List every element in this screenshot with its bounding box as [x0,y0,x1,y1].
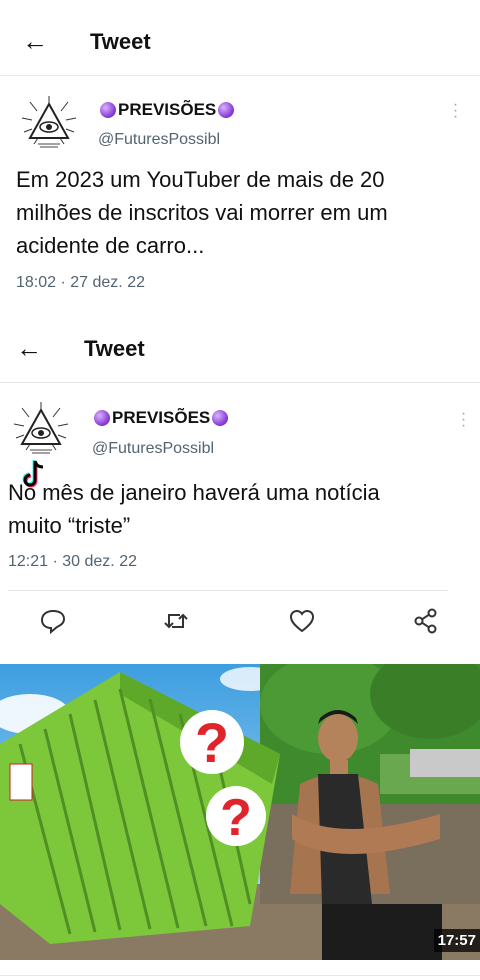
author-name-text: PREVISÕES [112,408,211,427]
more-vertical-icon[interactable]: · · · [452,97,458,125]
crystal-ball-icon [100,102,116,118]
arrow-left-icon[interactable]: ← [16,335,42,361]
tweet-screen-1: ← Tweet PREVISÕES @FuturesPossibl · · · Em… [0,0,480,305]
tiktok-logo-icon [22,460,44,488]
header-bar: ← Tweet [0,10,480,70]
crystal-ball-icon [218,102,235,118]
tweet-timestamp[interactable]: 12:21 · 30 dez. 22 [8,553,137,571]
author-name[interactable]: PREVISÕES [94,408,229,428]
header-bar: ← Tweet [0,315,480,375]
page-title: Tweet [90,29,151,54]
more-vertical-icon[interactable]: · · · [460,406,466,434]
video-duration: 17:57 [433,929,480,952]
bottom-divider [0,975,480,976]
svg-text:?: ? [195,711,229,774]
reply-icon[interactable] [39,607,67,635]
actions-divider [8,590,448,591]
crystal-ball-icon [212,410,229,426]
tweet-text: Em 2023 um YouTuber de mais de 20 milhõe… [16,167,388,258]
avatar[interactable] [12,400,70,458]
author-handle[interactable]: @FuturesPossibl [98,131,220,149]
tweet-text: No mês de janeiro haverá uma notícia mui… [8,480,380,538]
tweet-timestamp[interactable]: 18:02 · 27 dez. 22 [16,274,145,292]
header-divider [0,75,480,76]
crystal-ball-icon [94,410,110,426]
author-handle[interactable]: @FuturesPossibl [92,440,214,458]
arrow-left-icon[interactable]: ← [22,28,48,54]
tweet-screen-2: ← Tweet PREVISÕES @FuturesPossibl · · · No… [0,305,480,665]
author-name-text: PREVISÕES [118,100,217,119]
share-icon[interactable] [412,607,440,635]
author-name[interactable]: PREVISÕES [100,100,235,120]
tweet-actions [0,605,480,665]
page-title: Tweet [84,336,145,361]
header-divider [0,382,480,383]
video-thumbnail[interactable]: ? ? 17:57 [0,664,480,960]
avatar[interactable] [20,94,78,152]
thumbnail-image: ? ? [0,664,480,960]
svg-text:?: ? [220,789,252,847]
heart-icon[interactable] [288,607,316,635]
retweet-icon[interactable] [162,607,190,635]
